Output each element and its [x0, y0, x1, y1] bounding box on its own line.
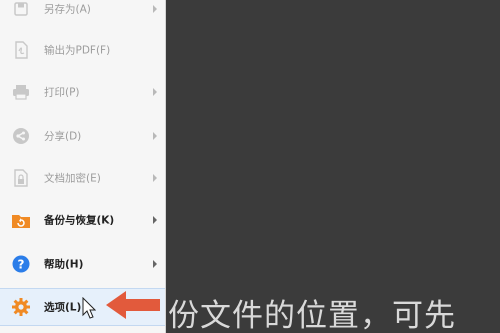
help-icon: ?: [11, 254, 31, 274]
menu-item-export-pdf[interactable]: 输出为PDF(F): [0, 31, 165, 69]
lock-document-icon: [11, 168, 31, 188]
printer-icon: [11, 82, 31, 102]
chevron-right-icon: [153, 260, 157, 268]
menu-item-save-as[interactable]: 另存为(A): [0, 0, 165, 28]
video-subtitle: 份文件的位置，可先: [168, 298, 456, 333]
mouse-pointer-icon: [82, 297, 96, 319]
gear-icon: [11, 297, 31, 317]
chevron-right-icon: [153, 88, 157, 96]
menu-item-label: 输出为PDF(F): [44, 44, 111, 57]
menu-item-label: 打印(P): [44, 86, 80, 99]
file-menu-panel: 另存为(A) 输出为PDF(F) 打印(P) 分享(D) 文档加密(E) 备份与: [0, 0, 166, 333]
chevron-right-icon: [153, 5, 157, 13]
share-icon: [11, 126, 31, 146]
menu-item-label: 帮助(H): [44, 258, 84, 271]
chevron-right-icon: [153, 216, 157, 224]
menu-item-label: 另存为(A): [44, 3, 91, 16]
chevron-right-icon: [153, 174, 157, 182]
save-as-icon: [11, 0, 31, 19]
svg-text:?: ?: [18, 258, 25, 272]
menu-item-label: 分享(D): [44, 130, 82, 143]
pdf-export-icon: [11, 40, 31, 60]
menu-item-help[interactable]: ? 帮助(H): [0, 245, 165, 283]
menu-item-encrypt[interactable]: 文档加密(E): [0, 159, 165, 197]
menu-item-share[interactable]: 分享(D): [0, 117, 165, 155]
menu-item-print[interactable]: 打印(P): [0, 73, 165, 111]
menu-item-label: 文档加密(E): [44, 172, 101, 185]
red-arrow-icon: [106, 291, 160, 319]
menu-item-label: 备份与恢复(K): [44, 214, 115, 227]
backup-restore-icon: [11, 210, 31, 230]
chevron-right-icon: [153, 132, 157, 140]
menu-item-label: 选项(L): [44, 301, 82, 314]
menu-item-backup-restore[interactable]: 备份与恢复(K): [0, 201, 165, 239]
